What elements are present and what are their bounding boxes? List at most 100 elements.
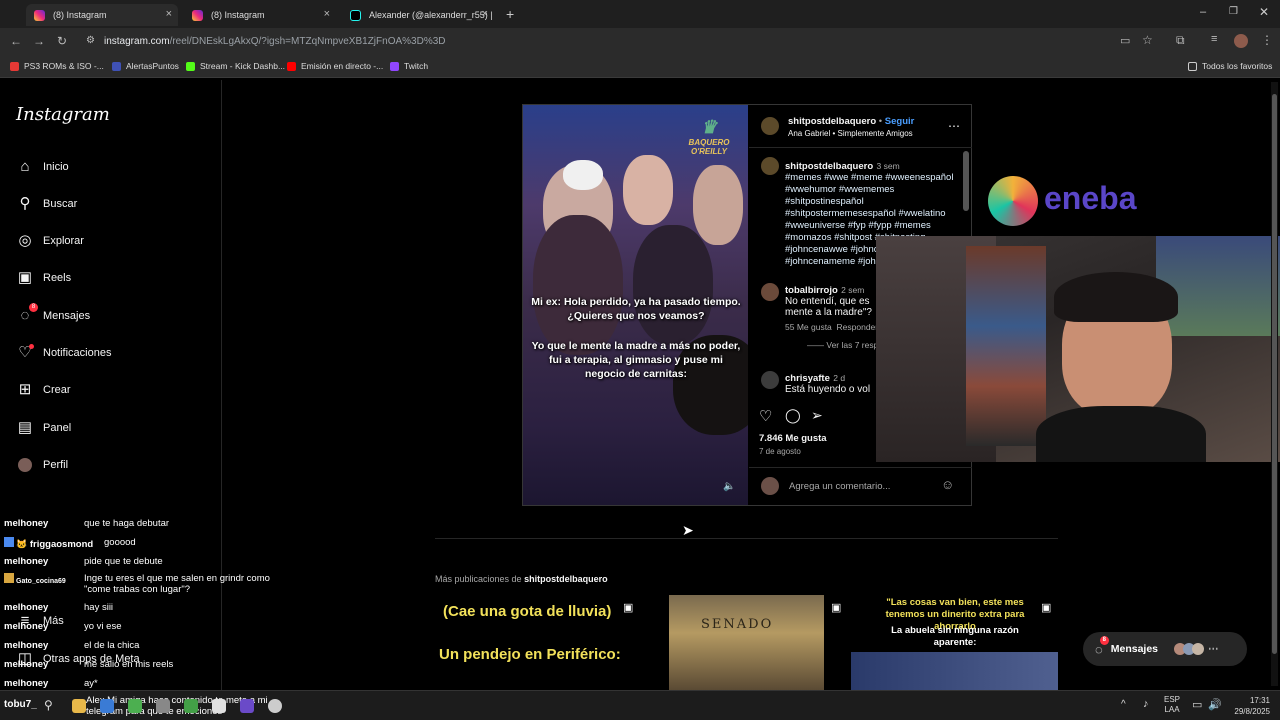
like-icon[interactable]: ♡ [759, 407, 772, 425]
comments-scrollbar[interactable] [963, 151, 969, 211]
nav-explore[interactable]: ◎ Explorar [16, 232, 84, 250]
site-info-icon[interactable]: ⚙ [86, 35, 95, 46]
language-indicator[interactable]: ESP LAA [1164, 695, 1180, 715]
caption-author[interactable]: shitpostdelbaquero [785, 161, 873, 172]
share-icon[interactable]: ➢ [811, 407, 823, 424]
chat-message: melhoney hay siii [4, 602, 114, 613]
nav-search[interactable]: ⚲ Buscar [16, 195, 78, 213]
hashtags-line[interactable]: #shitpostermemesespañol #wwelatino [785, 208, 963, 220]
search-icon[interactable]: ⚲ [44, 698, 53, 712]
comment-avatar[interactable] [761, 283, 779, 301]
comment-icon[interactable]: ◯ [785, 407, 801, 424]
messenger-icon: ◌ 8 [1095, 635, 1109, 657]
bookmark-ps3[interactable]: PS3 ROMs & ISO -... [10, 61, 104, 71]
emoji-icon[interactable]: ☺ [941, 477, 954, 492]
bookmark-favicon-icon [112, 61, 121, 71]
heart-icon: ♡ [16, 344, 34, 362]
more-post-thumb[interactable]: (Cae una gota de lluvia) Un pendejo en P… [435, 595, 642, 690]
app-icon[interactable] [268, 699, 282, 713]
nav-create[interactable]: ⊞ Crear [16, 381, 71, 399]
cast-icon[interactable]: ▭ [1120, 34, 1130, 47]
hashtags-line[interactable]: #shitpostinespañol [785, 196, 963, 208]
scrollbar-thumb[interactable] [1272, 94, 1277, 654]
nav-notifications[interactable]: ♡ Notificaciones [16, 344, 111, 362]
reel-icon: ▣ [1041, 602, 1052, 614]
app-icon[interactable] [240, 699, 254, 713]
file-explorer-icon[interactable] [72, 699, 86, 713]
nav-messages[interactable]: ◌ 8 Mensajes [16, 303, 90, 325]
likes-count[interactable]: 7.846 Me gusta [759, 433, 827, 444]
messages-pill[interactable]: ◌ 8 Mensajes ⋯ [1083, 632, 1247, 666]
comment-input[interactable]: Agrega un comentario... [789, 481, 890, 492]
volume-icon[interactable]: 🔈 [723, 481, 735, 492]
nav-profile[interactable]: Perfil [16, 456, 68, 474]
reel-video[interactable]: ♛ BAQUERO O'REILLY Mi ex: Hola perdido, … [523, 105, 748, 505]
tray-chevron-icon[interactable]: ^ [1121, 699, 1126, 710]
minimize-button[interactable]: – [1200, 6, 1206, 18]
bookmark-kick[interactable]: Stream - Kick Dashb... [186, 61, 285, 71]
author-avatar[interactable] [761, 117, 779, 135]
hashtags-line[interactable]: #memes #wwe #meme #wweenespañol [785, 172, 963, 184]
more-posts-author[interactable]: shitpostdelbaquero [524, 574, 608, 584]
tab-instagram-2[interactable]: (8) Instagram × [184, 4, 336, 26]
media-icon[interactable]: ≡ [1211, 33, 1217, 45]
app-icon[interactable] [100, 699, 114, 713]
nav-reels[interactable]: ▣ Reels [16, 269, 71, 287]
close-tab-icon[interactable]: × [324, 8, 330, 20]
tab-instagram-1[interactable]: (8) Instagram × [26, 4, 178, 26]
microphone-icon[interactable]: ♪ [1143, 698, 1149, 710]
back-icon[interactable]: ← [10, 34, 22, 48]
page-scrollbar[interactable] [1271, 82, 1278, 686]
twitch-icon [390, 61, 399, 71]
bookmark-youtube[interactable]: Emisión en directo -... [287, 61, 383, 71]
new-tab-button[interactable]: + [506, 6, 514, 22]
app-icon[interactable] [212, 699, 226, 713]
comment-likes[interactable]: 55 Me gusta [785, 322, 832, 332]
hashtags-line[interactable]: #wweuniverse #fyp #fypp #memes [785, 220, 963, 232]
extensions-icon[interactable]: ⧉ [1176, 33, 1185, 48]
song-label[interactable]: Ana Gabriel • Simplemente Amigos [788, 129, 913, 138]
author-name[interactable]: shitpostdelbaquero [788, 116, 876, 127]
reply-link[interactable]: Responder [837, 322, 879, 332]
url-field[interactable]: instagram.com/reel/DNEskLgAkxQ/?igsh=MTZ… [104, 36, 446, 47]
more-post-thumb[interactable]: "Las cosas van bien, este mes tenemos un… [851, 595, 1058, 690]
reload-icon[interactable]: ↻ [57, 34, 67, 48]
all-bookmarks[interactable]: Todos los favoritos [1188, 61, 1272, 71]
close-tab-icon[interactable]: × [482, 8, 488, 20]
hashtags-line[interactable]: #wwehumor #wwememes [785, 184, 963, 196]
network-icon[interactable]: ▭ [1192, 698, 1202, 711]
bookmark-twitch[interactable]: Twitch [390, 61, 428, 71]
bookmark-star-icon[interactable]: ☆ [1142, 33, 1153, 47]
sponsor-wordmark: eneba [1044, 180, 1137, 216]
tab-tiktok[interactable]: Alexander (@alexanderr_r55) | × [342, 4, 494, 26]
thumb-image [851, 652, 1058, 690]
post-date: 7 de agosto [759, 447, 801, 456]
bookmark-alertas[interactable]: AlertasPuntos [112, 61, 179, 71]
reels-icon: ▣ [17, 269, 33, 286]
forward-icon[interactable]: → [33, 34, 45, 48]
clock[interactable]: 17:31 29/8/2025 [1220, 695, 1270, 717]
reel-icon: ▣ [623, 602, 634, 614]
messages-badge: 8 [29, 303, 38, 312]
comment-avatar[interactable] [761, 371, 779, 389]
more-options-icon[interactable]: ⋯ [948, 119, 960, 133]
folder-icon [1188, 61, 1197, 71]
maximize-button[interactable]: ❐ [1229, 6, 1238, 17]
address-bar: ← → ↻ ⚙ instagram.com/reel/DNEskLgAkxQ/?… [0, 28, 1280, 56]
instagram-logo[interactable]: Instagram [16, 104, 110, 125]
instagram-sidebar: Instagram ⌂ Inicio ⚲ Buscar ◎ Explorar ▣ Ree… [0, 80, 222, 690]
chat-message: Gato_cocina69 Inge tu eres el que me sale… [4, 573, 294, 595]
more-post-thumb[interactable]: SENADO ▣ [643, 595, 850, 690]
app-icon[interactable] [128, 699, 142, 713]
nav-dashboard[interactable]: ▤ Panel [16, 419, 71, 437]
menu-icon[interactable]: ⋮ [1261, 33, 1273, 47]
app-icon[interactable] [184, 699, 198, 713]
close-tab-icon[interactable]: × [166, 8, 172, 20]
chat-username-overlay: tobu7_ [4, 699, 37, 710]
close-window-button[interactable]: ✕ [1259, 5, 1269, 19]
app-icon[interactable] [156, 699, 170, 713]
profile-avatar-icon[interactable] [1234, 34, 1248, 48]
divider [435, 538, 1058, 539]
nav-home[interactable]: ⌂ Inicio [16, 158, 68, 176]
follow-button[interactable]: Seguir [885, 116, 915, 127]
